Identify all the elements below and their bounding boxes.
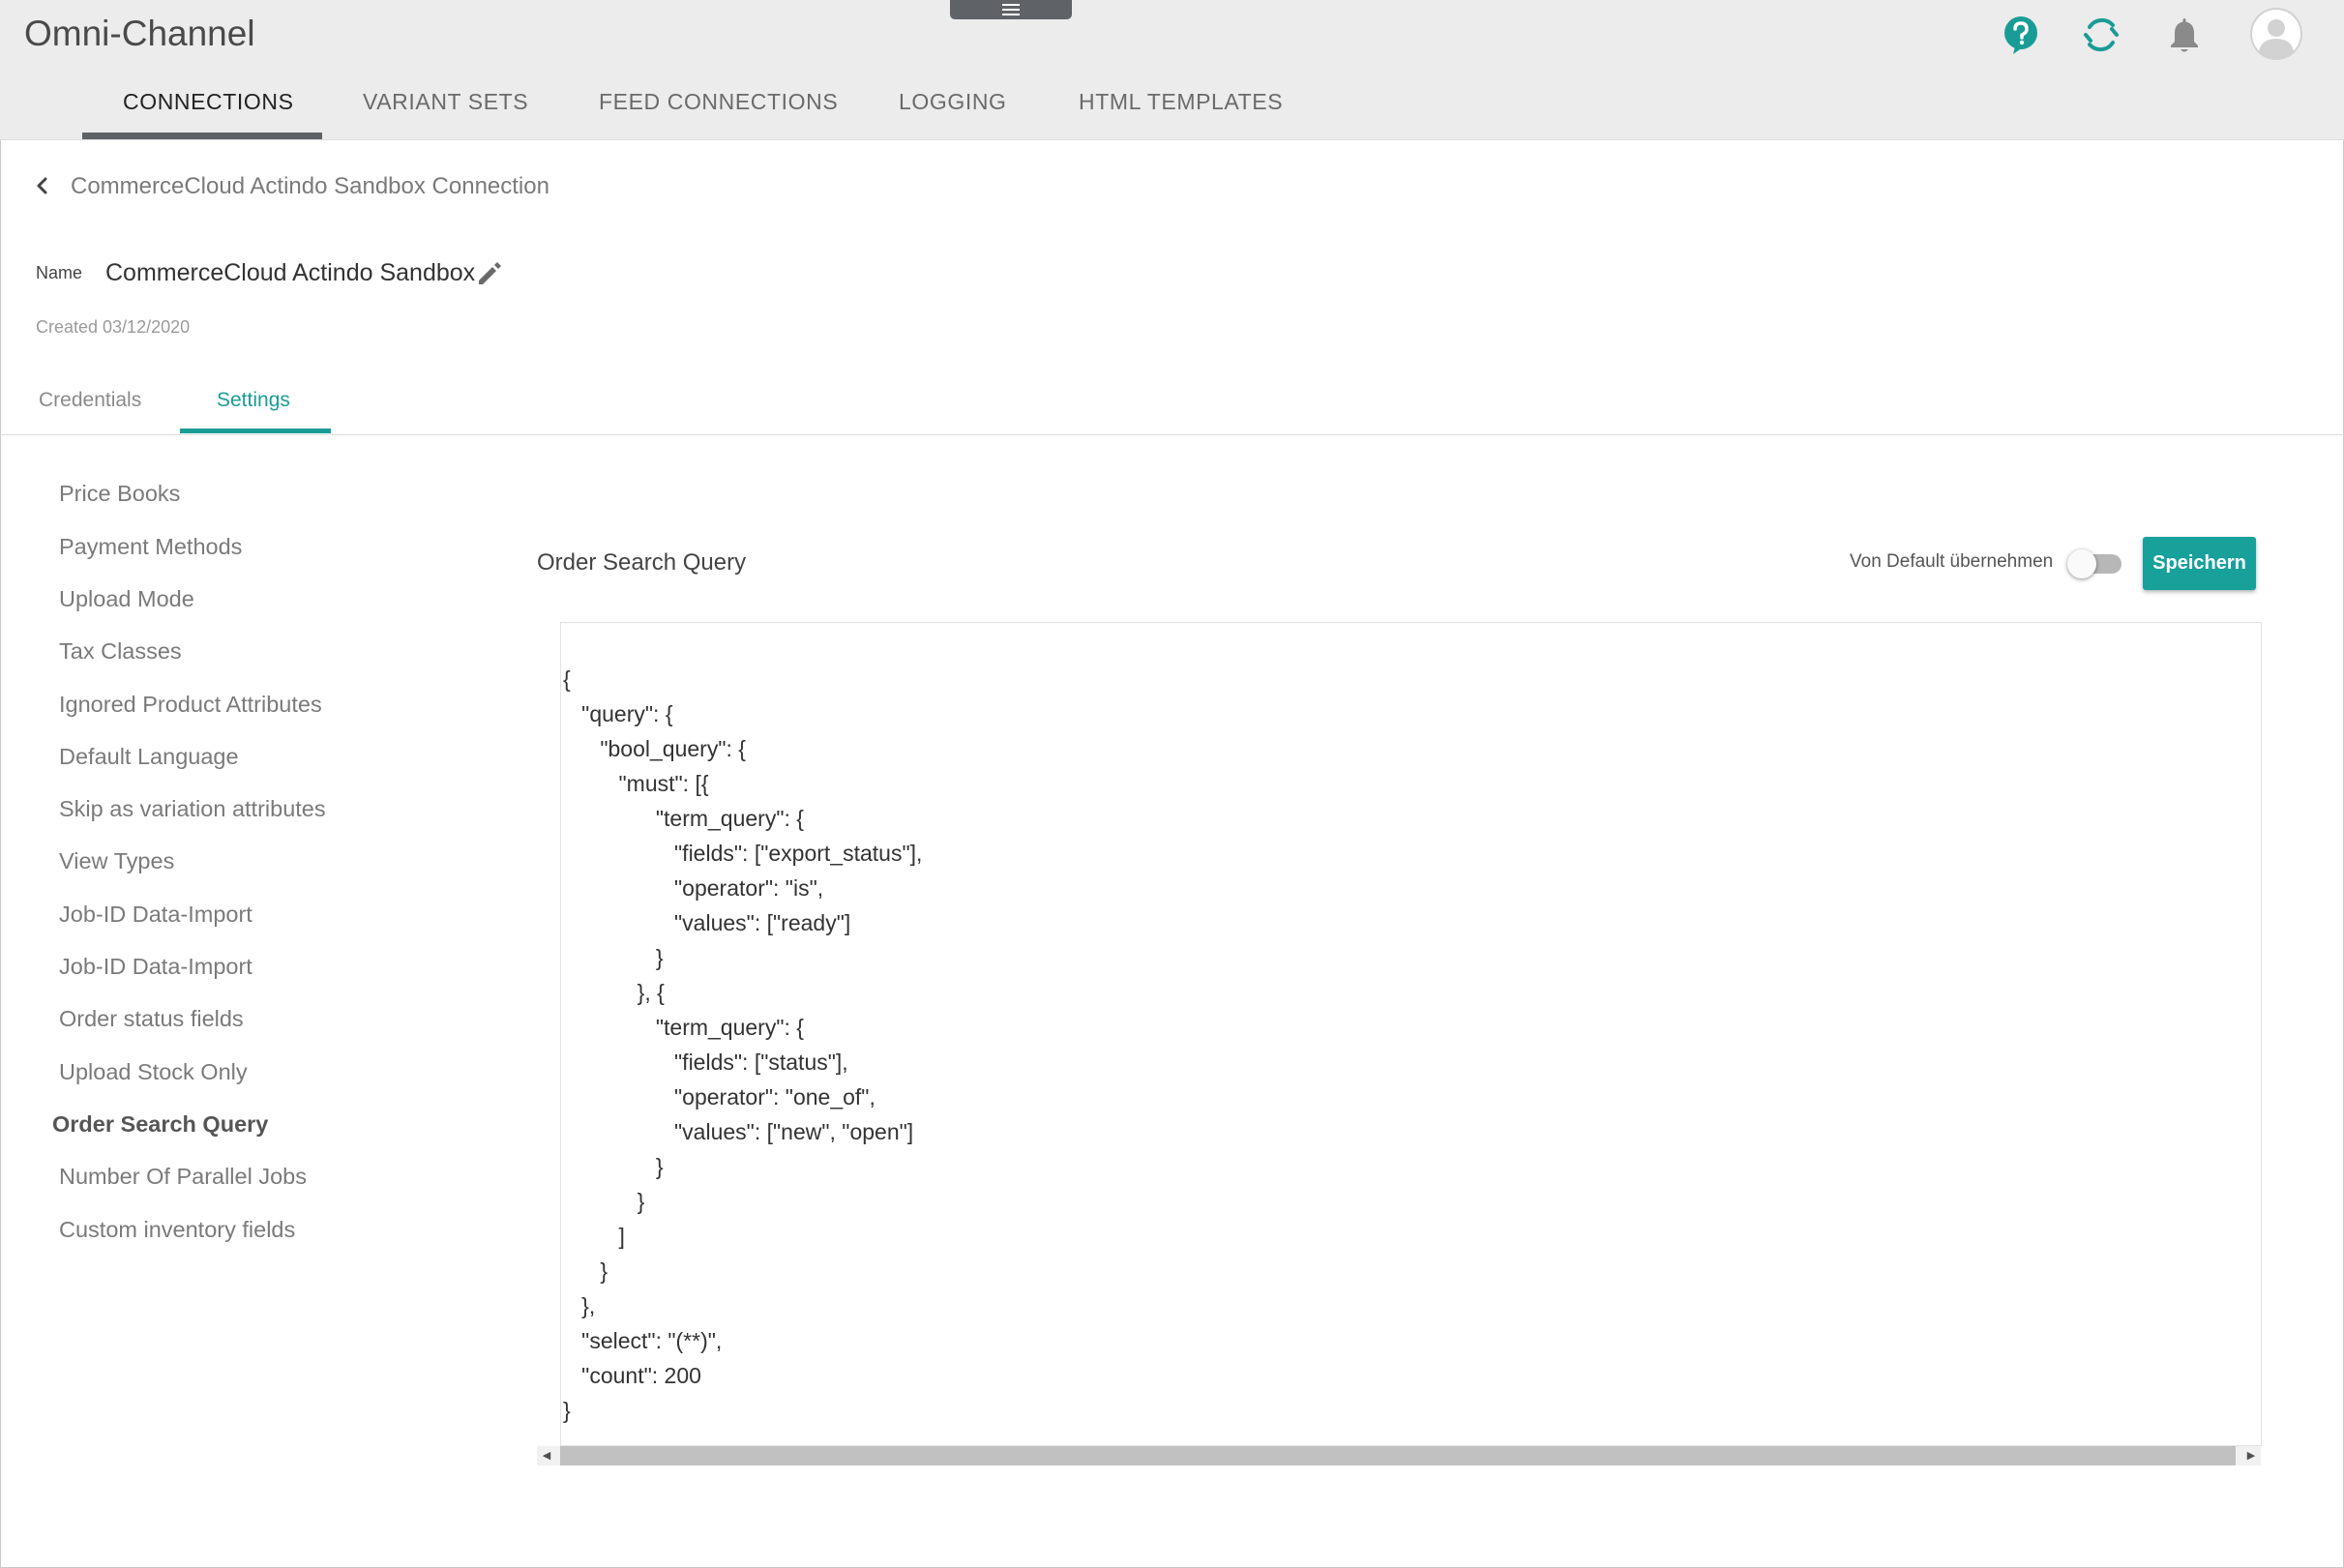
- horizontal-scrollbar[interactable]: ◀ ▶: [537, 1446, 2261, 1465]
- code-line: {: [563, 666, 571, 692]
- settings-item-price-books[interactable]: Price Books: [59, 481, 180, 507]
- code-line: "term_query": {: [563, 806, 804, 831]
- app-header: Omni-Channel CONNECTIONS VARIANT SETS FE…: [0, 0, 2344, 140]
- tab-logging[interactable]: LOGGING: [899, 89, 1007, 139]
- name-label: Name: [36, 263, 83, 282]
- tab-feed-connections[interactable]: FEED CONNECTIONS: [599, 89, 838, 139]
- default-toggle[interactable]: [2067, 547, 2123, 578]
- code-line: }: [563, 1398, 571, 1423]
- toggle-knob: [2067, 549, 2096, 578]
- scroll-left-icon[interactable]: ◀: [537, 1446, 556, 1465]
- bell-icon[interactable]: [2163, 14, 2206, 56]
- settings-item-order-search-query[interactable]: Order Search Query: [52, 1111, 268, 1138]
- sub-tab-indicator: [180, 429, 331, 433]
- code-line: "term_query": {: [563, 1015, 804, 1040]
- code-line: "bool_query": {: [563, 736, 746, 761]
- settings-item-job-id-data-import-2[interactable]: Job-ID Data-Import: [59, 954, 252, 980]
- code-line: "operator": "is",: [563, 875, 824, 901]
- scroll-right-icon[interactable]: ▶: [2241, 1446, 2261, 1465]
- code-line: "query": {: [563, 701, 673, 726]
- settings-item-custom-inventory-fields[interactable]: Custom inventory fields: [59, 1217, 295, 1243]
- tab-credentials[interactable]: Credentials: [39, 389, 141, 412]
- code-line: },: [563, 1293, 596, 1318]
- sync-icon[interactable]: [2080, 14, 2122, 56]
- menu-icon-bar: [1002, 4, 1020, 6]
- avatar[interactable]: [2250, 8, 2302, 60]
- settings-item-upload-stock-only[interactable]: Upload Stock Only: [59, 1059, 248, 1085]
- code-line: "operator": "one_of",: [563, 1084, 875, 1109]
- tab-html-templates[interactable]: HTML TEMPLATES: [1079, 89, 1283, 139]
- code-line: ]: [563, 1224, 625, 1249]
- code-line: "values": ["new", "open"]: [563, 1119, 914, 1144]
- settings-item-tax-classes[interactable]: Tax Classes: [59, 638, 182, 665]
- settings-item-ignored-product-attributes[interactable]: Ignored Product Attributes: [59, 692, 322, 718]
- menu-icon-bar: [1002, 9, 1020, 11]
- active-tab-indicator: [82, 133, 322, 139]
- code-line: "must": [{: [563, 771, 709, 796]
- code-line: }: [563, 945, 664, 970]
- help-icon[interactable]: [2000, 14, 2042, 56]
- app-title: Omni-Channel: [24, 14, 255, 53]
- code-line: "values": ["ready"]: [563, 910, 851, 935]
- breadcrumb: CommerceCloud Actindo Sandbox Connection: [71, 173, 549, 199]
- code-line: "fields": ["export_status"],: [563, 841, 923, 866]
- settings-item-default-language[interactable]: Default Language: [59, 744, 239, 770]
- code-line: }: [563, 1154, 664, 1179]
- settings-item-upload-mode[interactable]: Upload Mode: [59, 586, 194, 612]
- settings-item-job-id-data-import[interactable]: Job-ID Data-Import: [59, 902, 252, 928]
- code-line: }: [563, 1258, 608, 1284]
- settings-item-view-types[interactable]: View Types: [59, 848, 174, 874]
- code-editor[interactable]: { "query": { "bool_query": { "must": [{ …: [560, 622, 2262, 1446]
- settings-item-order-status-fields[interactable]: Order status fields: [59, 1006, 244, 1032]
- divider: [0, 434, 2344, 435]
- code-line: "fields": ["status"],: [563, 1050, 848, 1075]
- pencil-icon[interactable]: [473, 257, 506, 290]
- settings-item-payment-methods[interactable]: Payment Methods: [59, 534, 242, 560]
- tab-settings[interactable]: Settings: [217, 389, 290, 412]
- scrollbar-thumb[interactable]: [560, 1446, 2236, 1465]
- code-line: }, {: [563, 980, 665, 1005]
- menu-icon-bar: [1002, 14, 1020, 15]
- created-date: Created 03/12/2020: [36, 317, 191, 337]
- connection-name: CommerceCloud Actindo Sandbox: [105, 259, 476, 286]
- menu-handle[interactable]: [950, 0, 1072, 19]
- settings-item-number-of-parallel-jobs[interactable]: Number Of Parallel Jobs: [59, 1164, 307, 1190]
- code-line: "select": "(**)",: [563, 1328, 723, 1353]
- settings-item-skip-variation-attributes[interactable]: Skip as variation attributes: [59, 796, 326, 822]
- save-button[interactable]: Speichern: [2143, 537, 2256, 590]
- toggle-label: Von Default übernehmen: [1850, 551, 2054, 572]
- chevron-left-icon[interactable]: [29, 172, 56, 199]
- user-icon: [2252, 10, 2300, 59]
- tab-variant-sets[interactable]: VARIANT SETS: [363, 89, 528, 139]
- code-line: "count": 200: [563, 1363, 701, 1388]
- code-line: }: [563, 1189, 645, 1214]
- section-title: Order Search Query: [537, 549, 747, 576]
